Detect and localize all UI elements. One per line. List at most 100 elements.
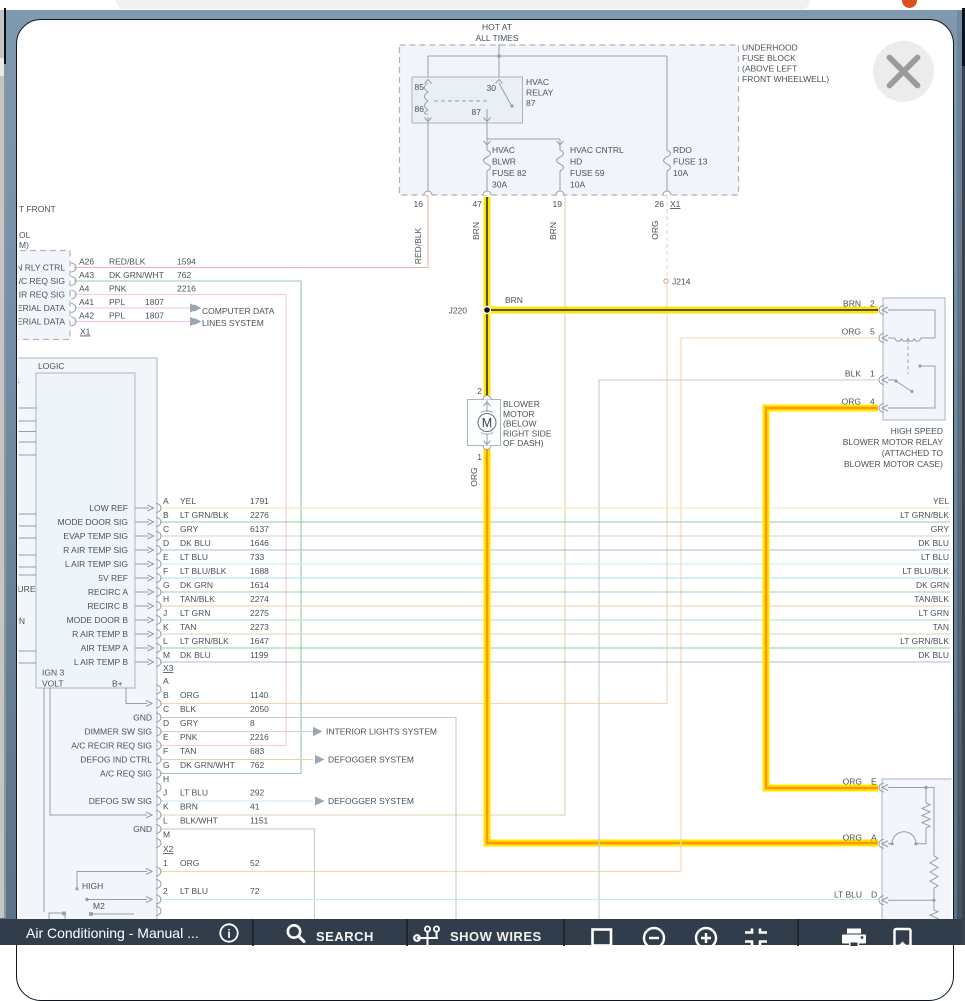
svg-text:LT BLU: LT BLU (834, 890, 862, 900)
svg-text:A43: A43 (79, 270, 94, 280)
svg-text:FUSE 13: FUSE 13 (673, 157, 708, 167)
svg-text:DEFOG IND CTRL: DEFOG IND CTRL (80, 755, 152, 765)
svg-text:1791: 1791 (250, 496, 269, 506)
svg-text:TAN: TAN (180, 746, 196, 756)
svg-text:M: M (163, 650, 170, 660)
svg-text:L: L (163, 636, 168, 646)
svg-text:DK BLU: DK BLU (180, 650, 211, 660)
svg-text:DK BLU: DK BLU (918, 650, 949, 660)
svg-text:LT BLU: LT BLU (180, 886, 208, 896)
svg-text:1646: 1646 (250, 538, 269, 548)
svg-text:LT GRN/BLK: LT GRN/BLK (900, 510, 949, 520)
svg-text:C: C (163, 704, 169, 714)
svg-text:RED/BLK: RED/BLK (413, 227, 423, 264)
svg-text:ORG: ORG (469, 467, 479, 486)
svg-text:MODE DOOR SIG: MODE DOOR SIG (58, 517, 128, 527)
svg-text:URE: URE (18, 584, 36, 594)
svg-text:J214: J214 (672, 277, 691, 287)
svg-text:DEFOGGER SYSTEM: DEFOGGER SYSTEM (328, 796, 414, 806)
svg-text:HIGH SPEED: HIGH SPEED (891, 426, 943, 436)
svg-text:LT GRN/BLK: LT GRN/BLK (900, 636, 949, 646)
svg-text:R AIR TEMP SIG: R AIR TEMP SIG (63, 545, 128, 555)
svg-text:BRN: BRN (471, 222, 481, 240)
svg-text:LT GRN/BLK: LT GRN/BLK (180, 636, 229, 646)
svg-text:1: 1 (870, 369, 875, 379)
svg-text:PPL: PPL (109, 297, 125, 307)
svg-text:MOTOR: MOTOR (503, 409, 534, 419)
svg-text:DK GRN/WHT: DK GRN/WHT (180, 760, 235, 770)
svg-text:X2: X2 (163, 844, 174, 854)
svg-text:A41: A41 (79, 297, 94, 307)
svg-text:HOT AT: HOT AT (482, 22, 512, 32)
svg-text:BLOWER MOTOR RELAY: BLOWER MOTOR RELAY (843, 437, 944, 447)
svg-text:1807: 1807 (145, 297, 164, 307)
svg-text:FUSE 59: FUSE 59 (570, 168, 605, 178)
svg-text:733: 733 (250, 552, 264, 562)
svg-text:BRN: BRN (505, 295, 523, 305)
svg-text:1807: 1807 (145, 311, 164, 321)
svg-text:10A: 10A (570, 180, 585, 190)
svg-text:1647: 1647 (250, 636, 269, 646)
svg-text:BLK/WHT: BLK/WHT (180, 816, 218, 826)
svg-text:RELAY: RELAY (526, 88, 554, 98)
svg-text:D: D (871, 890, 877, 900)
svg-text:LOGIC: LOGIC (38, 361, 64, 371)
svg-text:CIR REQ SIG: CIR REQ SIG (13, 290, 65, 300)
svg-text:RECIRC B: RECIRC B (87, 601, 128, 611)
svg-text:H: H (163, 774, 169, 784)
svg-text:BRN: BRN (548, 222, 558, 240)
svg-text:TAN/BLK: TAN/BLK (180, 594, 215, 604)
svg-text:5: 5 (870, 327, 875, 337)
svg-text:E: E (163, 732, 169, 742)
svg-text:16: 16 (414, 199, 424, 209)
svg-text:1: 1 (477, 452, 482, 462)
svg-text:41: 41 (250, 802, 260, 812)
svg-text:RDO: RDO (673, 145, 692, 155)
svg-text:A: A (871, 833, 877, 843)
svg-text:BLOWER: BLOWER (503, 399, 540, 409)
svg-text:SHOW WIRES: SHOW WIRES (450, 929, 542, 944)
svg-text:M: M (163, 830, 170, 840)
svg-text:B: B (163, 510, 169, 520)
svg-text:RECIRC A: RECIRC A (88, 587, 128, 597)
svg-text:UNDERHOOD: UNDERHOOD (742, 43, 798, 53)
svg-text:DIMMER SW SIG: DIMMER SW SIG (84, 727, 152, 737)
svg-text:INTERIOR LIGHTS SYSTEM: INTERIOR LIGHTS SYSTEM (326, 727, 437, 737)
svg-text:1614: 1614 (250, 580, 269, 590)
svg-text:TAN: TAN (180, 622, 196, 632)
svg-text:2275: 2275 (250, 608, 269, 618)
svg-text:H: H (163, 594, 169, 604)
svg-text:D: D (163, 538, 169, 548)
svg-text:30: 30 (487, 83, 497, 93)
svg-text:B+: B+ (112, 679, 123, 689)
svg-text:LINES SYSTEM: LINES SYSTEM (202, 318, 264, 328)
svg-text:TAN: TAN (933, 622, 949, 632)
svg-text:RED/BLK: RED/BLK (109, 257, 146, 267)
svg-text:M): M) (19, 240, 29, 250)
svg-text:LT GRN: LT GRN (180, 608, 210, 618)
svg-text:BLK: BLK (180, 704, 196, 714)
svg-text:LT BLU: LT BLU (180, 552, 208, 562)
svg-text:BRN: BRN (843, 299, 861, 309)
svg-text:(ABOVE LEFT: (ABOVE LEFT (742, 64, 797, 74)
svg-text:85: 85 (415, 82, 425, 92)
svg-text:YEL: YEL (180, 496, 196, 506)
svg-text:D: D (163, 718, 169, 728)
svg-text:L AIR TEMP B: L AIR TEMP B (74, 657, 129, 667)
svg-text:L: L (163, 816, 168, 826)
svg-text:LOW REF: LOW REF (89, 503, 128, 513)
svg-text:A42: A42 (79, 311, 94, 321)
svg-text:GND: GND (133, 824, 152, 834)
svg-text:E: E (163, 552, 169, 562)
svg-text:DEFOGGER SYSTEM: DEFOGGER SYSTEM (328, 755, 414, 765)
svg-text:IGN 3: IGN 3 (42, 668, 64, 678)
svg-text:BLK: BLK (845, 369, 861, 379)
svg-text:2273: 2273 (250, 622, 269, 632)
svg-text:SEARCH: SEARCH (316, 929, 374, 944)
svg-text:10A: 10A (673, 168, 688, 178)
svg-text:VOLT: VOLT (42, 679, 64, 689)
svg-text:BRN: BRN (180, 802, 198, 812)
svg-text:ERIAL DATA: ERIAL DATA (17, 317, 65, 327)
svg-text:HD: HD (570, 157, 582, 167)
svg-text:47: 47 (473, 199, 483, 209)
